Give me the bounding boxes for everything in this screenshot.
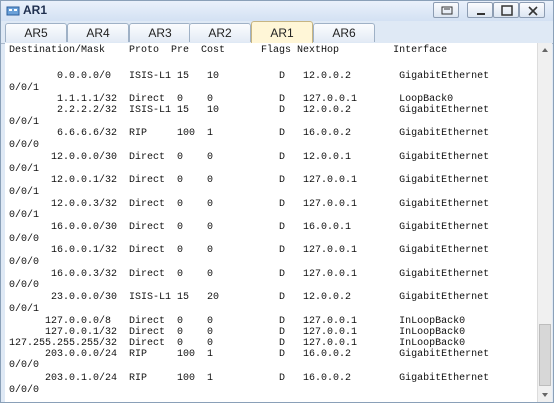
routing-table-header: Destination/Mask Proto Pre Cost Flags Ne… [9,45,448,56]
scroll-down-icon[interactable] [538,388,552,402]
routing-table-line: 1.1.1.1/32 Direct 0 0 D 127.0.0.1 LoopBa… [9,94,454,105]
routing-table-line: 0/0/0 [9,140,40,151]
routing-table-line: 203.0.0.0/24 RIP 100 1 D 16.0.0.2 Gigabi… [9,349,490,360]
routing-table-line: 0/0/1 [9,117,40,128]
routing-table-line: 6.6.6.6/32 RIP 100 1 D 16.0.0.2 GigabitE… [9,128,490,139]
routing-table-line: 203.0.1.0/24 RIP 100 1 D 16.0.0.2 Gigabi… [9,373,490,384]
routing-table-line: 0/0/1 [9,83,40,94]
routing-table-line: 0/0/1 [9,164,40,175]
maximize-icon [501,5,513,16]
tab-ar4[interactable]: AR4 [67,23,129,42]
routing-table-line: 23.0.0.0/30 ISIS-L1 15 20 D 12.0.0.2 Gig… [9,292,490,303]
routing-table-line: 0/0/1 [9,210,40,221]
routing-table-line: 0/0/0 [9,257,40,268]
tab-ar3[interactable]: AR3 [129,23,191,42]
tab-ar1[interactable]: AR1 [251,21,313,44]
routing-table-line: 127.0.0.1/32 Direct 0 0 D 127.0.0.1 InLo… [9,327,466,338]
routing-table-line: 0.0.0.0/0 ISIS-L1 15 10 D 12.0.0.2 Gigab… [9,71,490,82]
scrollbar-thumb[interactable] [539,324,551,386]
routing-table-line: 12.0.0.0/30 Direct 0 0 D 12.0.0.1 Gigabi… [9,152,490,163]
tab-ar6[interactable]: AR6 [313,23,375,42]
vertical-scrollbar[interactable] [537,43,552,402]
title-bar: AR1 [1,1,553,21]
maximize-button[interactable] [493,2,519,18]
routing-table-line: 0/0/1 [9,304,40,315]
restore-button[interactable] [433,2,459,18]
routing-table-line: 16.0.0.3/32 Direct 0 0 D 127.0.0.1 Gigab… [9,269,490,280]
routing-table-line: 0/0/0 [9,280,40,291]
routing-table-line: 16.0.0.1/32 Direct 0 0 D 127.0.0.1 Gigab… [9,245,490,256]
restore-icon [441,6,453,15]
routing-table-line: 127.0.0.0/8 Direct 0 0 D 127.0.0.1 InLoo… [9,316,466,327]
tab-ar2[interactable]: AR2 [189,23,251,42]
routing-table-line: 2.2.2.2/32 ISIS-L1 15 10 D 12.0.0.2 Giga… [9,105,490,116]
close-button[interactable] [519,2,545,18]
routing-table-line: 0/0/0 [9,234,40,245]
routing-table-line: 0/0/0 [9,360,40,371]
router-cli-window: AR1 AR5 AR4 AR3 AR2 AR1 AR6 Destination/… [0,0,554,403]
minimize-button[interactable] [467,2,493,18]
router-app-icon [6,6,20,16]
device-tab-bar: AR5 AR4 AR3 AR2 AR1 AR6 [1,21,553,44]
window-title: AR1 [23,3,48,17]
cli-output[interactable]: Destination/Mask Proto Pre Cost Flags Ne… [5,43,537,402]
routing-table-line: 16.0.0.0/30 Direct 0 0 D 16.0.0.1 Gigabi… [9,222,490,233]
tab-ar5[interactable]: AR5 [5,23,67,42]
minimize-icon [477,13,485,15]
routing-table-line: 12.0.0.1/32 Direct 0 0 D 127.0.0.1 Gigab… [9,175,490,186]
close-icon [528,6,538,16]
scroll-up-icon[interactable] [538,43,552,57]
routing-table-line: 0/0/1 [9,187,40,198]
routing-table-line: 0/0/0 [9,385,40,396]
routing-table-line: 12.0.0.3/32 Direct 0 0 D 127.0.0.1 Gigab… [9,199,490,210]
routing-table-line: 127.255.255.255/32 Direct 0 0 D 127.0.0.… [9,338,466,349]
